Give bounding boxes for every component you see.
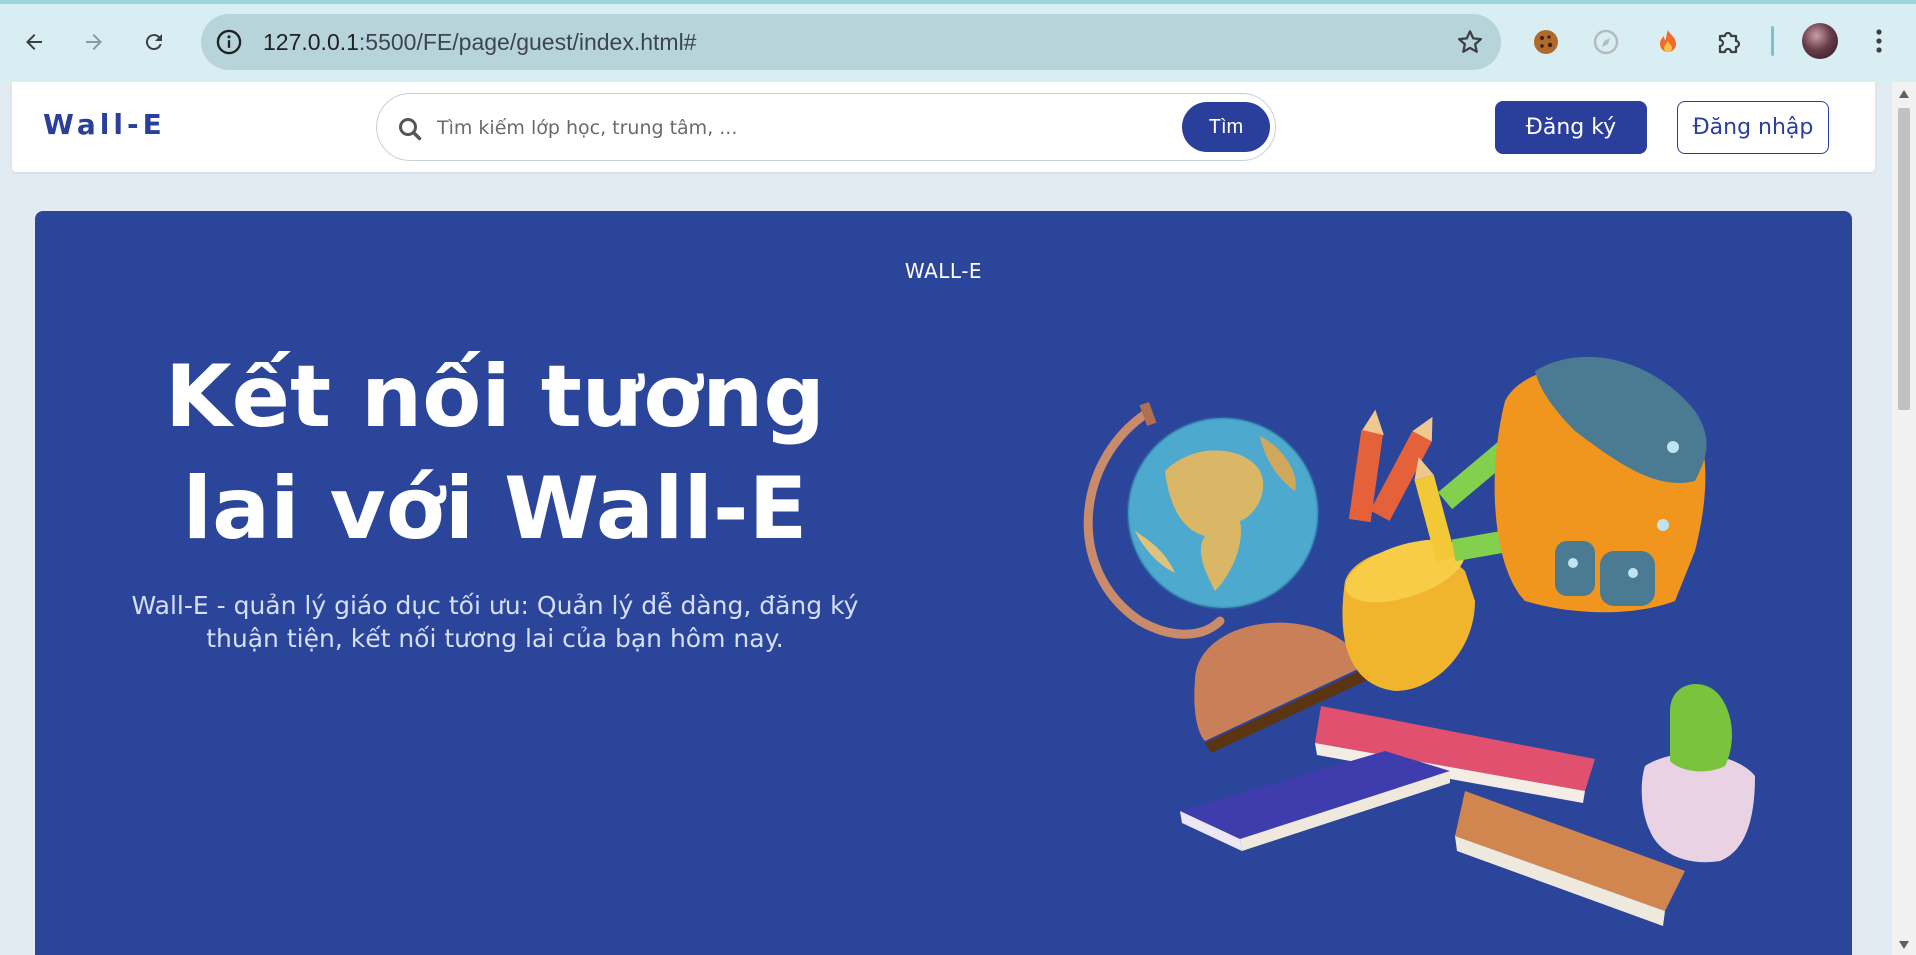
page-viewport: Wall-E Tìm Đăng ký Đăng nhập WALL-E Kết … [0,82,1892,955]
compass-extension-icon [1593,29,1619,55]
info-icon[interactable] [215,28,243,56]
reload-icon [145,34,162,51]
url-path: :5500/FE/page/guest/index.html# [358,29,697,55]
url-host: 127.0.0.1 [263,29,359,55]
back-button[interactable] [14,22,54,62]
hero-description: Wall-E - quản lý giáo dục tối ưu: Quản l… [131,591,859,653]
login-button[interactable]: Đăng nhập [1677,101,1829,154]
back-icon [26,34,42,50]
browser-toolbar: 127.0.0.1:5500/FE/page/guest/index.html# [0,0,1916,82]
register-button[interactable]: Đăng ký [1495,101,1647,154]
cactus [1670,684,1732,772]
toolbar-divider [1771,26,1774,56]
forward-icon [86,34,102,50]
puzzle-extension-icon [1718,31,1741,54]
forward-button[interactable] [74,22,114,62]
school-supplies-illustration [1083,356,1755,926]
hero-banner: WALL-E Kết nối tương lai với Wall-E Wall… [35,211,1852,955]
site-header: Wall-E Tìm Đăng ký Đăng nhập [12,82,1875,172]
cookie-extension-icon [1534,30,1558,54]
search-bar: Tìm [376,93,1276,161]
extensions-button[interactable] [1713,26,1745,58]
flame-extension-icon [1660,30,1676,52]
page-scrollbar[interactable] [1892,82,1916,955]
tab-strip-edge [0,0,1916,4]
cookie-extension-button[interactable] [1530,26,1562,58]
more-menu-icon[interactable] [1862,24,1896,58]
hero-title: Kết nối tương lai với Wall-E [165,347,825,559]
search-input[interactable] [437,112,1137,144]
scroll-up-arrow[interactable] [1899,90,1909,98]
star-icon[interactable] [1455,27,1485,57]
flame-extension-button[interactable] [1652,26,1684,58]
scrollbar-thumb[interactable] [1898,108,1910,410]
profile-avatar[interactable] [1802,23,1838,59]
hero-eyebrow: WALL-E [904,259,983,283]
compass-extension-button[interactable] [1590,26,1622,58]
site-logo[interactable]: Wall-E [43,108,166,141]
url-text[interactable]: 127.0.0.1:5500/FE/page/guest/index.html# [263,28,696,56]
search-icon [399,118,422,141]
scroll-down-arrow[interactable] [1899,941,1909,949]
reload-button[interactable] [134,22,174,62]
address-bar[interactable]: 127.0.0.1:5500/FE/page/guest/index.html# [201,14,1501,70]
search-button[interactable]: Tìm [1182,102,1270,152]
